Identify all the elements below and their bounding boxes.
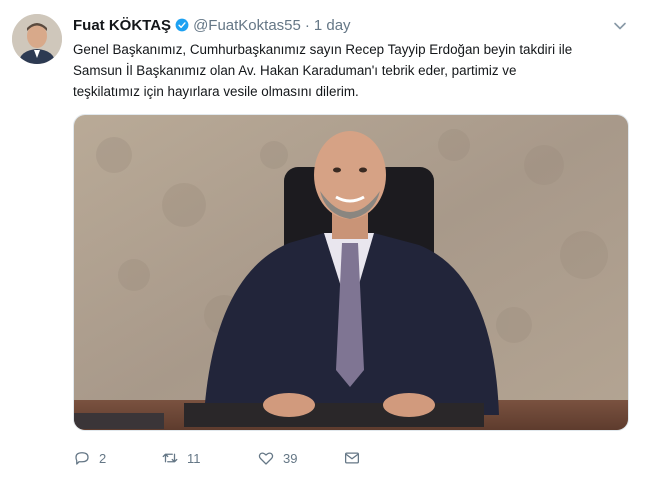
tweet-timestamp[interactable]: 1 day: [314, 17, 351, 34]
author-name[interactable]: Fuat KÖKTAŞ: [73, 17, 171, 34]
retweet-button[interactable]: 11: [161, 449, 257, 467]
reply-icon: [75, 452, 89, 465]
author-avatar[interactable]: [12, 14, 62, 64]
reply-button[interactable]: 2: [73, 449, 161, 467]
tweet-card: Fuat KÖKTAŞ @FuatKoktas55 · 1 day Genel …: [0, 0, 648, 491]
meta-separator: ·: [304, 16, 310, 34]
chevron-down-icon[interactable]: [612, 18, 628, 34]
tweet-photo[interactable]: [73, 114, 629, 431]
tweet-text: Genel Başkanımız, Cumhurbaşkanımız sayın…: [73, 39, 633, 102]
tweet-text-line: teşkilatımız için hayırlara vesile olmas…: [73, 84, 359, 99]
like-button[interactable]: 39: [257, 449, 343, 467]
tweet-actions: 2 11 39: [73, 446, 361, 470]
retweet-count: 11: [187, 450, 201, 466]
verified-badge-icon: [175, 18, 189, 32]
heart-icon: [258, 452, 274, 465]
tweet-header: Fuat KÖKTAŞ @FuatKoktas55 · 1 day: [73, 15, 351, 35]
direct-message-button[interactable]: [343, 449, 361, 467]
envelope-icon: [344, 452, 360, 464]
tweet-text-line: Samsun İl Başkanımız olan Av. Hakan Kara…: [73, 63, 517, 78]
like-count: 39: [283, 450, 298, 466]
author-handle[interactable]: @FuatKoktas55: [193, 17, 301, 34]
tweet-text-line: Genel Başkanımız, Cumhurbaşkanımız sayın…: [73, 42, 573, 57]
retweet-icon: [162, 453, 178, 463]
reply-count: 2: [99, 450, 107, 466]
